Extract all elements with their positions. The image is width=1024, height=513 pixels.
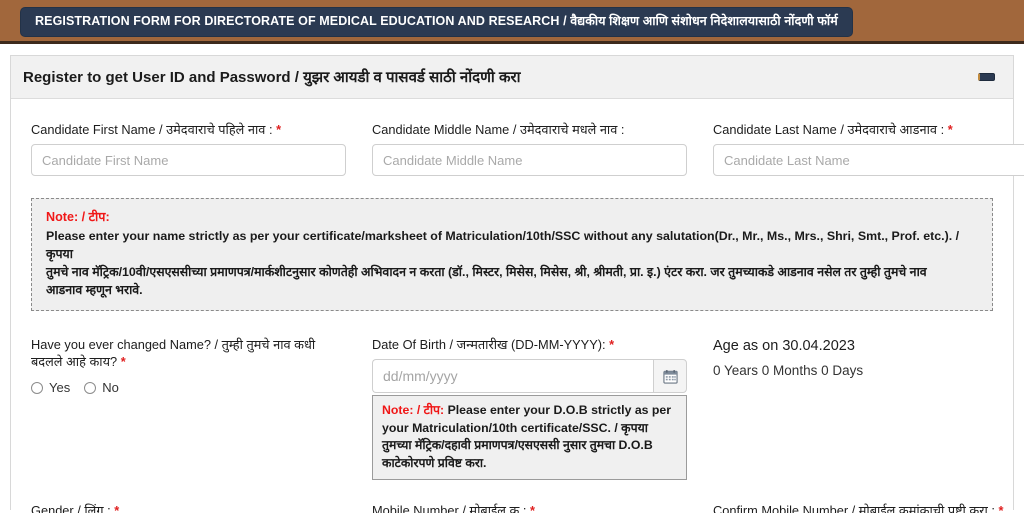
changed-name-radio-group: Yes No [31,380,346,395]
changed-name-field: Have you ever changed Name? / तुम्ही तुम… [31,336,346,480]
changed-name-label: Have you ever changed Name? / तुम्ही तुम… [31,336,346,370]
gender-field: Gender / लिंग : * [31,502,346,513]
registration-panel: Register to get User ID and Password / य… [10,55,1024,513]
panel-body: Candidate First Name / उमेदवाराचे पहिले … [11,99,1024,513]
panel-header[interactable]: Register to get User ID and Password / य… [11,56,1013,99]
dob-row: Have you ever changed Name? / तुम्ही तुम… [11,311,1013,480]
first-name-input[interactable] [31,144,346,176]
radio-yes-label: Yes [49,380,71,395]
age-block: Age as on 30.04.2023 0 Years 0 Months 0 … [713,336,1024,480]
middle-name-label: Candidate Middle Name / उमेदवाराचे मधले … [372,121,687,138]
panel-title: Register to get User ID and Password / य… [23,69,521,86]
age-title: Age as on 30.04.2023 [713,338,855,354]
dob-note-line-4: काटेकोरपणे प्रविष्ट करा. [382,455,487,470]
dob-note-heading: Note: / टीप: [382,403,445,417]
gender-label-text: Gender / लिंग : [31,503,111,513]
name-note-heading: Note: / टीप: [46,210,110,224]
confirm-mobile-required-mark: * [998,503,1004,513]
radio-yes[interactable] [31,381,43,394]
name-note-line-mr-2: आडनाव म्हणून भरावे. [46,283,143,297]
last-name-field: Candidate Last Name / उमेदवाराचे आडनाव :… [713,121,1024,176]
confirm-mobile-label-text: Confirm Mobile Number / मोबाईल क्रमांकाच… [713,503,995,513]
mobile-label: Mobile Number / मोबाईल क्र : * [372,502,687,513]
confirm-mobile-label: Confirm Mobile Number / मोबाईल क्रमांकाच… [713,502,1024,513]
dob-label-text: Date Of Birth / जन्मतारीख (DD-MM-YYYY): [372,337,606,352]
first-name-required-mark: * [276,122,282,137]
dob-label: Date Of Birth / जन्मतारीख (DD-MM-YYYY): … [372,336,687,353]
last-name-required-mark: * [947,122,953,137]
first-name-label: Candidate First Name / उमेदवाराचे पहिले … [31,121,346,138]
calendar-icon[interactable] [653,359,687,393]
radio-no-label: No [102,380,119,395]
confirm-mobile-field: Confirm Mobile Number / मोबाईल क्रमांकाच… [713,502,1024,513]
age-value: 0 Years 0 Months 0 Days [713,363,864,378]
dob-note-line-1: Note: / टीप: Please enter your D.O.B str… [382,402,678,420]
last-name-input[interactable] [713,144,1024,176]
middle-name-field: Candidate Middle Name / उमेदवाराचे मधले … [372,121,687,176]
mobile-field: Mobile Number / मोबाईल क्र : * [372,502,687,513]
name-note-line-en: Please enter your name strictly as per y… [46,229,960,261]
name-note-wrapper: Note: / टीप: Please enter your name stri… [11,176,1013,311]
dob-note-line-3: तुमच्या मॅट्रिक/दहावी प्रमाणपत्र/एसएससी … [382,438,653,452]
radio-no[interactable] [84,381,97,394]
changed-name-label-text: Have you ever changed Name? / तुम्ही तुम… [31,337,316,369]
dob-field: Date Of Birth / जन्मतारीख (DD-MM-YYYY): … [372,336,687,480]
changed-name-required-mark: * [120,354,126,369]
mobile-label-text: Mobile Number / मोबाईल क्र : [372,503,527,513]
dob-input[interactable] [372,359,653,393]
middle-name-label-text: Candidate Middle Name / उमेदवाराचे मधले … [372,122,625,137]
dob-note-text-1: Please enter your D.O.B strictly as per [447,403,672,417]
gender-required-mark: * [114,503,120,513]
contact-row: Gender / लिंग : * Mobile Number / मोबाईल… [11,480,1013,513]
middle-name-input[interactable] [372,144,687,176]
minus-icon[interactable] [978,73,995,81]
top-banner: REGISTRATION FORM FOR DIRECTORATE OF MED… [0,0,1024,44]
dob-required-mark: * [609,337,615,352]
last-name-label: Candidate Last Name / उमेदवाराचे आडनाव :… [713,121,1024,138]
name-note-line-mr-1: तुमचे नाव मॅट्रिक/10वी/एसएससीच्या प्रमाण… [46,265,927,279]
mobile-required-mark: * [530,503,536,513]
last-name-label-text: Candidate Last Name / उमेदवाराचे आडनाव : [713,122,945,137]
first-name-label-text: Candidate First Name / उमेदवाराचे पहिले … [31,122,273,137]
dob-note-box: Note: / टीप: Please enter your D.O.B str… [372,395,687,480]
dob-input-group [372,359,687,393]
gender-label: Gender / लिंग : * [31,502,346,513]
name-row: Candidate First Name / उमेदवाराचे पहिले … [11,99,1024,176]
name-note-box: Note: / टीप: Please enter your name stri… [31,198,993,311]
first-name-field: Candidate First Name / उमेदवाराचे पहिले … [31,121,346,176]
dob-note-line-2: your Matriculation/10th certificate/SSC.… [382,420,648,435]
banner-title: REGISTRATION FORM FOR DIRECTORATE OF MED… [20,7,853,37]
